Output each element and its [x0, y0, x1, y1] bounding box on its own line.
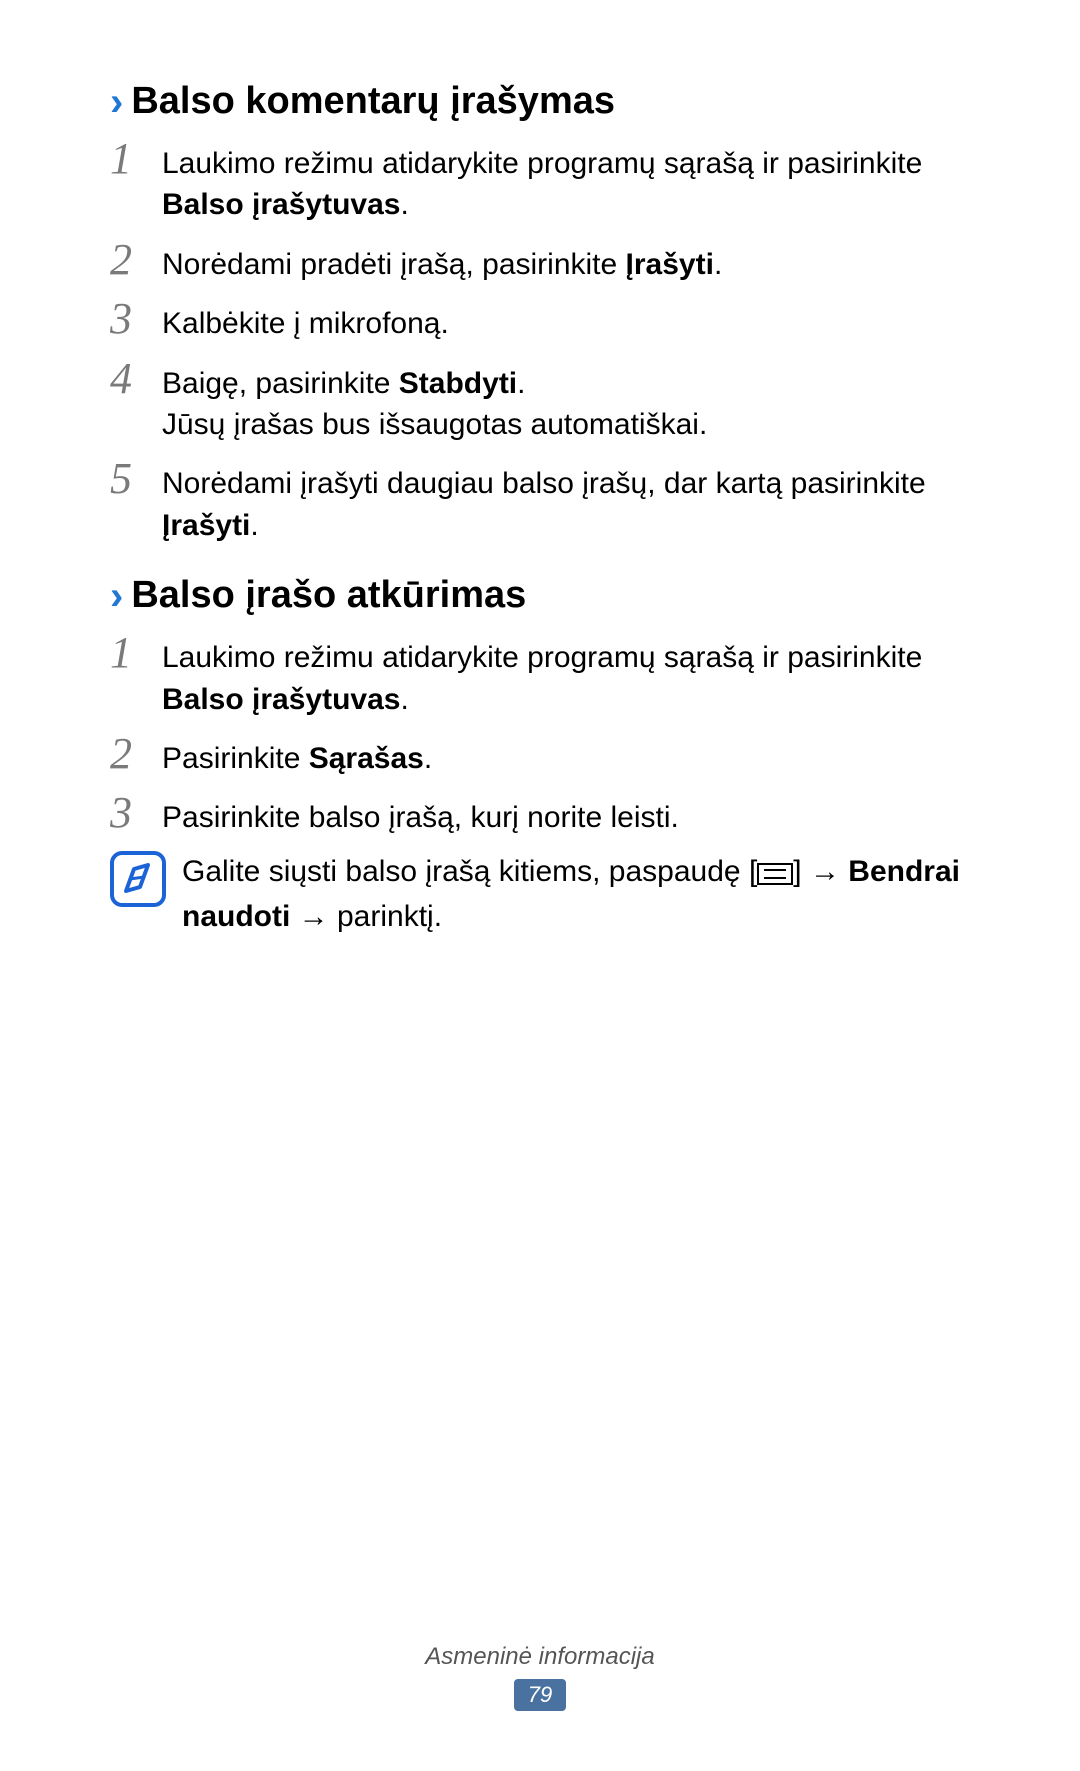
step-number: 2	[110, 732, 162, 776]
step-text: Pasirinkite balso įrašą, kurį norite lei…	[162, 791, 679, 838]
note-icon	[110, 851, 174, 907]
step-text: Norėdami pradėti įrašą, pasirinkite Įraš…	[162, 238, 722, 285]
document-page: › Balso komentarų įrašymas 1 Laukimo rež…	[0, 0, 1080, 1771]
step-text: Laukimo režimu atidarykite programų sąra…	[162, 137, 970, 226]
step-number: 5	[110, 457, 162, 501]
step: 2 Pasirinkite Sąrašas.	[110, 732, 970, 779]
steps-list: 1 Laukimo režimu atidarykite programų są…	[110, 137, 970, 546]
step-number: 3	[110, 791, 162, 835]
step-text: Pasirinkite Sąrašas.	[162, 732, 432, 779]
section-title: Balso įrašo atkūrimas	[131, 574, 526, 617]
step-number: 4	[110, 357, 162, 401]
step: 1 Laukimo režimu atidarykite programų są…	[110, 631, 970, 720]
chevron-right-icon: ›	[110, 82, 123, 122]
chevron-right-icon: ›	[110, 576, 123, 616]
step-number: 2	[110, 238, 162, 282]
section-heading: › Balso komentarų įrašymas	[110, 80, 970, 123]
section-heading: › Balso įrašo atkūrimas	[110, 574, 970, 617]
step: 1 Laukimo režimu atidarykite programų są…	[110, 137, 970, 226]
steps-list: 1 Laukimo režimu atidarykite programų są…	[110, 631, 970, 839]
menu-icon	[757, 855, 793, 896]
step-number: 1	[110, 631, 162, 675]
page-number-badge: 79	[514, 1679, 566, 1711]
section-playback: › Balso įrašo atkūrimas 1 Laukimo režimu…	[110, 574, 970, 937]
step-number: 3	[110, 297, 162, 341]
section-recording: › Balso komentarų įrašymas 1 Laukimo rež…	[110, 80, 970, 546]
step: 3 Kalbėkite į mikrofoną.	[110, 297, 970, 344]
step-text: Norėdami įrašyti daugiau balso įrašų, da…	[162, 457, 970, 546]
footer-section-title: Asmeninė informacija	[0, 1643, 1080, 1671]
step: 4 Baigę, pasirinkite Stabdyti. Jūsų įraš…	[110, 357, 970, 446]
section-title: Balso komentarų įrašymas	[131, 80, 615, 123]
page-footer: Asmeninė informacija 79	[0, 1643, 1080, 1711]
step-number: 1	[110, 137, 162, 181]
step: 3 Pasirinkite balso įrašą, kurį norite l…	[110, 791, 970, 838]
step: 2 Norėdami pradėti įrašą, pasirinkite Įr…	[110, 238, 970, 285]
step-text: Baigę, pasirinkite Stabdyti. Jūsų įrašas…	[162, 357, 707, 446]
note-text: Galite siųsti balso įrašą kitiems, paspa…	[174, 851, 970, 938]
step: 5 Norėdami įrašyti daugiau balso įrašų, …	[110, 457, 970, 546]
step-text: Laukimo režimu atidarykite programų sąra…	[162, 631, 970, 720]
note-block: Galite siųsti balso įrašą kitiems, paspa…	[110, 851, 970, 938]
step-text: Kalbėkite į mikrofoną.	[162, 297, 449, 344]
